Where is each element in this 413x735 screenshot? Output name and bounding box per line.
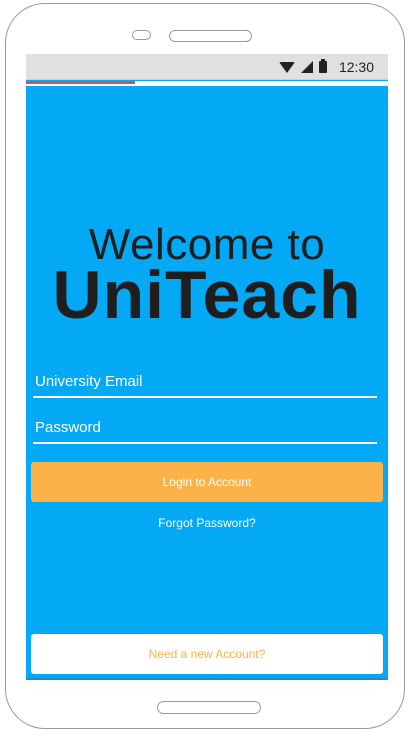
email-field — [33, 368, 377, 398]
home-button[interactable] — [157, 701, 261, 714]
password-input[interactable] — [33, 414, 377, 440]
forgot-password-link[interactable]: Forgot Password? — [26, 516, 388, 530]
battery-icon — [318, 59, 327, 73]
signal-icon — [300, 61, 313, 73]
front-camera — [132, 30, 151, 40]
password-field — [33, 414, 377, 444]
app-title: UniTeach — [52, 257, 362, 333]
login-button[interactable]: Login to Account — [31, 462, 383, 502]
status-bar: 12:30 — [26, 54, 388, 80]
status-icons: 12:30 — [278, 54, 374, 80]
progress-bar — [26, 81, 388, 86]
wifi-icon — [278, 62, 295, 73]
earpiece-speaker — [169, 30, 252, 42]
progress-fill — [26, 81, 135, 84]
new-account-button[interactable]: Need a new Account? — [31, 634, 383, 674]
status-time: 12:30 — [338, 59, 374, 75]
email-input[interactable] — [33, 368, 377, 394]
app-screen: 12:30 Welcome to UniTeach Login to Accou… — [26, 54, 388, 680]
